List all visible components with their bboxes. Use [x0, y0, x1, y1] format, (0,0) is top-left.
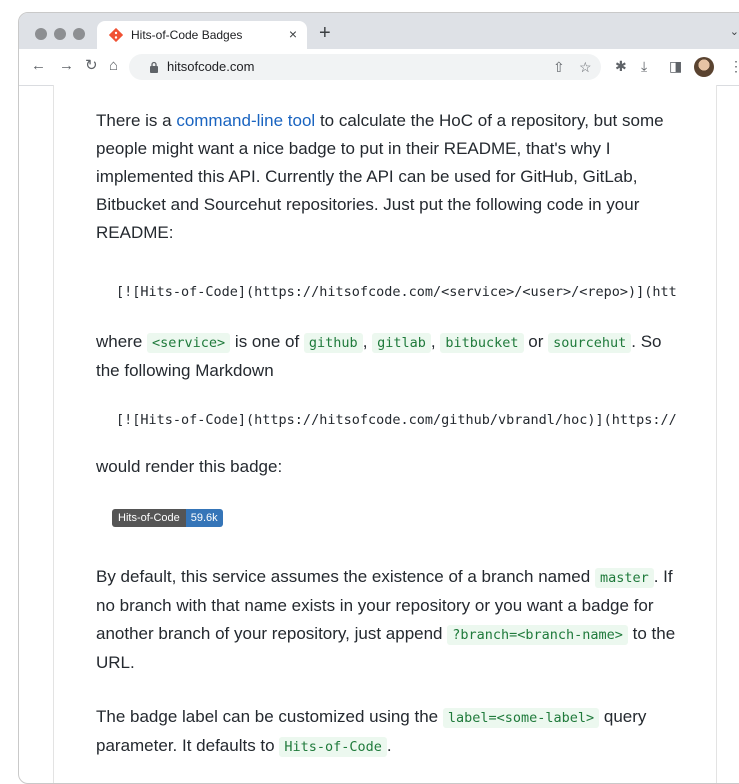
- url-text: hitsofcode.com: [167, 59, 255, 74]
- inline-code-label-param: label=<some-label>: [442, 708, 600, 728]
- badge-label: Hits-of-Code: [112, 509, 186, 527]
- tab-bar: Hits-of-Code Badges × + ⌄: [19, 13, 739, 49]
- tab-title: Hits-of-Code Badges: [131, 28, 243, 42]
- inline-code-master: master: [594, 568, 654, 588]
- branch-paragraph: By default, this service assumes the exi…: [96, 563, 676, 677]
- inline-code-default-label: Hits-of-Code: [279, 737, 387, 757]
- services-text: where: [96, 332, 148, 351]
- services-text: ,: [362, 332, 373, 351]
- close-window-button[interactable]: [35, 28, 47, 40]
- inline-code-branch-param: ?branch=<branch-name>: [447, 625, 628, 645]
- lock-icon: [150, 61, 158, 73]
- window-controls: [35, 27, 92, 45]
- code-block-template: [![Hits-of-Code](https://hitsofcode.com/…: [116, 284, 676, 300]
- services-text: is one of: [230, 332, 304, 351]
- render-paragraph: would render this badge:: [96, 457, 283, 476]
- more-menu-icon[interactable]: ⋮: [729, 58, 739, 74]
- intro-text: There is a: [96, 111, 177, 130]
- forward-arrow-icon[interactable]: →: [59, 58, 74, 74]
- services-paragraph: where <service> is one of github, gitlab…: [96, 328, 676, 385]
- side-panel-icon[interactable]: ◨: [669, 58, 682, 74]
- code-block-example: [![Hits-of-Code](https://hitsofcode.com/…: [116, 412, 676, 428]
- reload-icon[interactable]: ↻: [85, 58, 98, 74]
- tab-close-icon[interactable]: ×: [289, 26, 297, 42]
- inline-code-sourcehut: sourcehut: [548, 333, 632, 353]
- bookmark-star-icon[interactable]: ☆: [579, 59, 592, 76]
- label-text: The badge label can be customized using …: [96, 707, 443, 726]
- extensions-puzzle-icon[interactable]: ✱: [615, 58, 627, 74]
- browser-toolbar: ← → ↻ ⌂ hitsofcode.com ⇧ ☆ ✱ ⤓ ◨ ⋮: [19, 49, 739, 86]
- tab-search-chevron-icon[interactable]: ⌄: [730, 25, 739, 38]
- page-viewport: There is a command-line tool to calculat…: [53, 85, 717, 783]
- label-text: .: [386, 736, 392, 755]
- inline-code-github: github: [303, 333, 363, 353]
- tab-hits-of-code[interactable]: Hits-of-Code Badges ×: [97, 21, 307, 49]
- home-icon[interactable]: ⌂: [109, 58, 118, 74]
- download-icon[interactable]: ⤓: [641, 58, 647, 74]
- minimize-window-button[interactable]: [54, 28, 66, 40]
- intro-text-rest: to calculate the HoC of a repository, bu…: [96, 111, 664, 242]
- profile-avatar[interactable]: [694, 57, 714, 77]
- hoc-badge: Hits-of-Code 59.6k: [112, 509, 223, 527]
- inline-code-bitbucket: bitbucket: [440, 333, 524, 353]
- inline-code-gitlab: gitlab: [372, 333, 431, 353]
- inline-code-service: <service>: [147, 333, 231, 353]
- badge-value: 59.6k: [185, 509, 223, 527]
- services-text: or: [523, 332, 549, 351]
- services-text: ,: [430, 332, 441, 351]
- command-line-tool-link[interactable]: command-line tool: [176, 111, 315, 130]
- new-tab-button[interactable]: +: [319, 23, 331, 43]
- label-paragraph: The badge label can be customized using …: [96, 703, 676, 761]
- share-icon[interactable]: ⇧: [553, 59, 565, 76]
- branch-text: By default, this service assumes the exi…: [96, 567, 595, 586]
- address-bar[interactable]: hitsofcode.com ⇧ ☆: [129, 54, 601, 80]
- git-logo-icon: [109, 28, 123, 42]
- intro-paragraph: There is a command-line tool to calculat…: [96, 107, 676, 247]
- back-arrow-icon[interactable]: ←: [31, 58, 46, 74]
- browser-window: Hits-of-Code Badges × + ⌄ ← → ↻ ⌂ hitsof…: [18, 12, 739, 784]
- maximize-window-button[interactable]: [73, 28, 85, 40]
